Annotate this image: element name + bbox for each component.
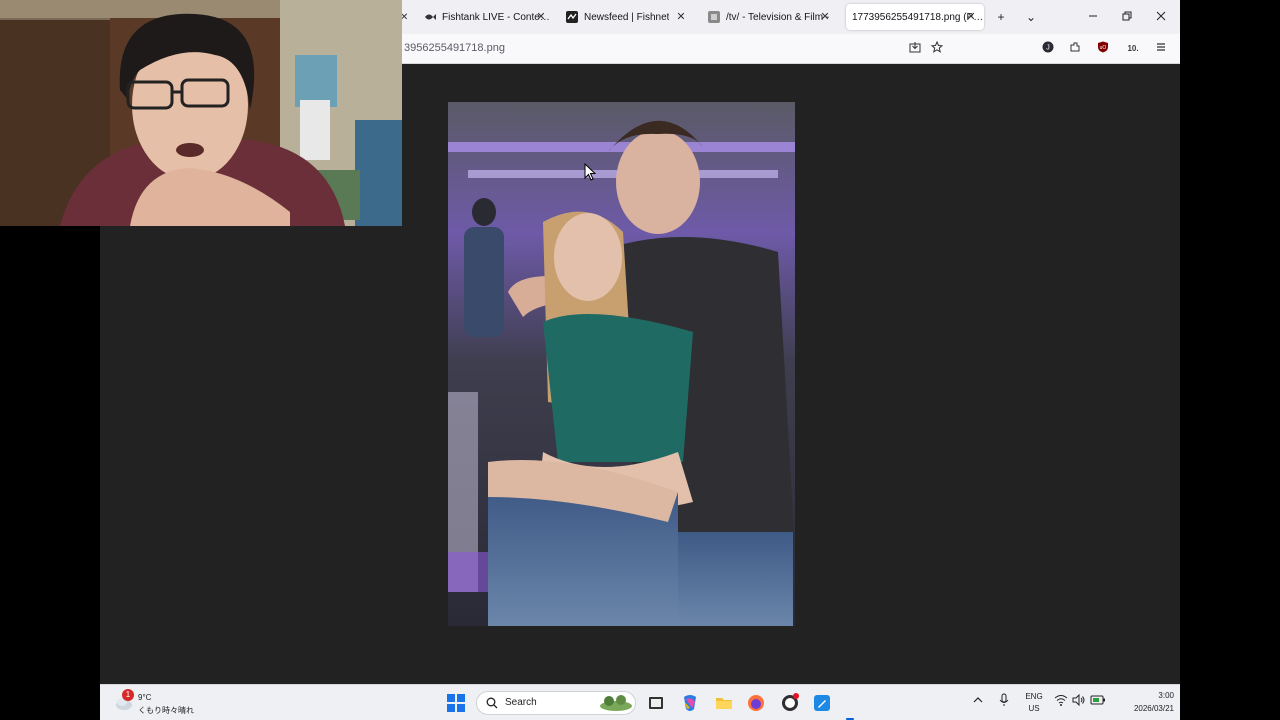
tab-image-active[interactable]: 1773956255491718.png (PNG ✕ xyxy=(846,4,984,30)
restore-button[interactable] xyxy=(1116,6,1138,28)
stream-frame: ✕ Fishtank LIVE - Contestants ✕ Newsfeed… xyxy=(0,0,1280,720)
search-icon xyxy=(486,697,498,709)
taskbar-search[interactable]: Search xyxy=(476,691,636,715)
speaker-icon xyxy=(1072,693,1085,707)
windows-logo-icon xyxy=(447,694,465,712)
volume-button[interactable] xyxy=(1072,693,1086,713)
fishnet-icon xyxy=(566,11,578,23)
extension-10-icon[interactable]: 10. xyxy=(1124,40,1142,58)
battery-icon xyxy=(1090,695,1105,705)
copilot-button[interactable] xyxy=(680,693,700,713)
close-icon[interactable]: ✕ xyxy=(674,10,688,24)
close-icon[interactable]: ✕ xyxy=(534,10,548,24)
tab-tv[interactable]: /tv/ - Television & Film - ✕ xyxy=(708,4,838,30)
tab-fishtank[interactable]: Fishtank LIVE - Contestants ✕ xyxy=(424,4,554,30)
firefox-button[interactable] xyxy=(746,693,766,713)
extensions-icon[interactable] xyxy=(1066,40,1084,58)
clock-date: 2026/03/21 xyxy=(1133,704,1174,713)
minimize-icon xyxy=(1089,15,1097,17)
battery-button[interactable] xyxy=(1090,693,1106,713)
pen-app-icon xyxy=(814,695,830,711)
search-highlight-icon xyxy=(600,695,632,711)
weather-temp: 9°C xyxy=(138,693,152,702)
obs-button[interactable] xyxy=(780,693,800,713)
start-button[interactable] xyxy=(446,693,466,713)
save-page-icon[interactable] xyxy=(906,40,924,58)
tab-fishnet[interactable]: Newsfeed | Fishnet ✕ xyxy=(566,4,694,30)
tab-strip: ✕ Fishtank LIVE - Contestants ✕ Newsfeed… xyxy=(400,0,1180,34)
bookmark-star-icon[interactable] xyxy=(928,40,946,58)
webcam-feed xyxy=(0,0,402,226)
displayed-image[interactable] xyxy=(448,102,795,626)
minimize-button[interactable] xyxy=(1082,6,1104,28)
input-language[interactable]: ENG xyxy=(1022,692,1046,701)
folder-icon xyxy=(716,698,732,709)
wifi-icon xyxy=(1054,695,1068,706)
close-icon[interactable]: ✕ xyxy=(818,10,832,24)
couple-photo xyxy=(448,102,795,626)
file-explorer-button[interactable] xyxy=(714,693,734,713)
account-icon[interactable]: J xyxy=(1039,40,1057,58)
microphone-button[interactable] xyxy=(998,693,1012,713)
fish-icon xyxy=(424,11,436,23)
menu-icon[interactable] xyxy=(1152,40,1170,58)
copilot-icon xyxy=(684,695,696,711)
webcam-overlay xyxy=(0,0,402,226)
firefox-icon xyxy=(748,695,764,711)
taskbar: 1 9°C くもり時々晴れ Search ENG US 3:00 2026/03… xyxy=(100,684,1180,720)
chevron-up-icon xyxy=(973,697,983,703)
task-view-button[interactable] xyxy=(646,693,666,713)
weather-condition: くもり時々晴れ xyxy=(138,706,194,715)
restore-icon xyxy=(1122,11,1132,21)
obs-icon xyxy=(782,693,799,711)
notification-badge: 1 xyxy=(122,689,134,701)
close-icon[interactable]: ✕ xyxy=(964,10,978,24)
close-window-button[interactable] xyxy=(1150,6,1172,28)
tab-label: /tv/ - Television & Film - xyxy=(726,11,830,23)
search-label: Search xyxy=(505,697,537,708)
input-region: US xyxy=(1028,704,1040,713)
weather-widget[interactable]: 1 9°C くもり時々晴れ xyxy=(114,689,214,717)
microphone-icon xyxy=(999,693,1009,706)
svg-text:uO: uO xyxy=(1100,45,1107,51)
task-view-icon xyxy=(649,697,663,709)
tray-expand-button[interactable] xyxy=(972,693,986,713)
clock-time[interactable]: 3:00 xyxy=(1114,691,1174,700)
app-button[interactable] xyxy=(812,693,832,713)
url-bar[interactable]: 3956255491718.png xyxy=(404,42,505,54)
new-tab-button[interactable]: + xyxy=(990,6,1012,28)
tab-label: Newsfeed | Fishnet xyxy=(584,11,670,23)
board-icon xyxy=(708,11,720,23)
nav-bar: 3956255491718.png J uO 10. xyxy=(400,34,1180,64)
svg-text:J: J xyxy=(1046,45,1050,52)
wifi-button[interactable] xyxy=(1054,693,1068,713)
ublock-icon[interactable]: uO xyxy=(1094,40,1112,58)
tab-close-partial[interactable]: ✕ xyxy=(400,4,414,30)
close-icon xyxy=(1156,11,1166,21)
mouse-cursor-icon xyxy=(584,163,596,181)
tab-list-button[interactable]: ⌄ xyxy=(1020,6,1042,28)
